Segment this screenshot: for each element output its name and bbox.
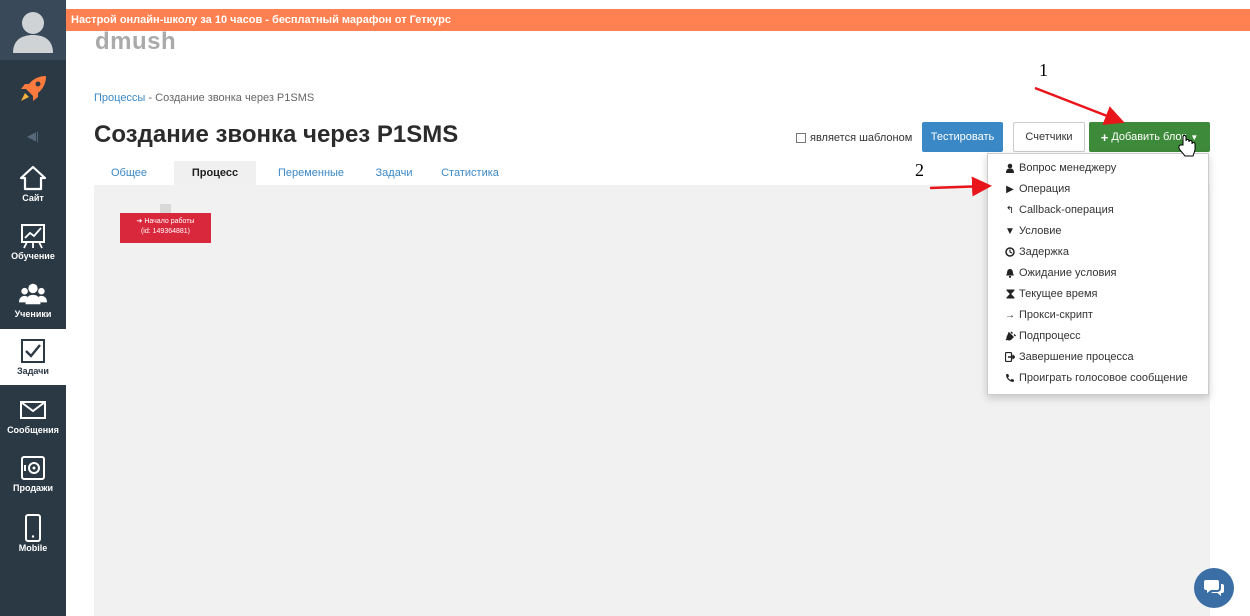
hand-cursor-icon xyxy=(1178,135,1196,157)
chat-widget-button[interactable] xyxy=(1194,568,1234,608)
arrow-to-operation xyxy=(929,176,992,197)
chat-icon xyxy=(1204,580,1224,596)
annotation-arrows xyxy=(929,86,1196,197)
arrow-to-add-block xyxy=(1034,86,1125,125)
